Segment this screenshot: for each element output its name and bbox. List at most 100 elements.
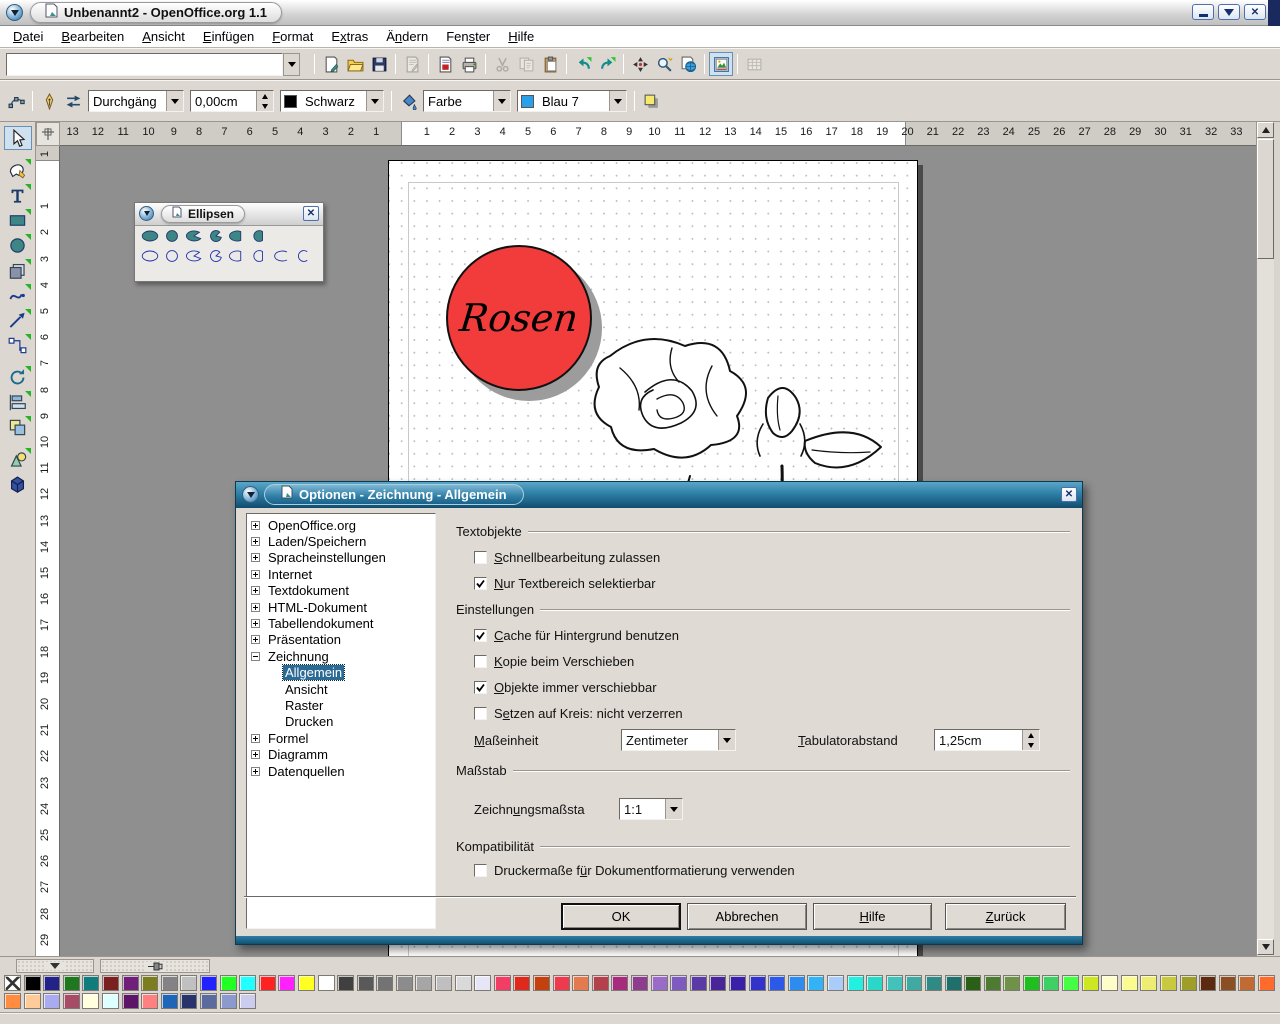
alignment-tool[interactable] bbox=[4, 390, 32, 414]
ok-button[interactable]: OK bbox=[561, 903, 681, 930]
color-swatch[interactable] bbox=[376, 975, 393, 991]
expand-icon[interactable] bbox=[251, 603, 260, 612]
menu-item-extras[interactable]: Extras bbox=[322, 27, 377, 46]
tree-item-datenquellen[interactable]: Datenquellen bbox=[247, 763, 435, 779]
outline-ellipse-segment-button[interactable] bbox=[227, 247, 249, 265]
undo-button[interactable] bbox=[571, 52, 595, 76]
edit-points-button[interactable] bbox=[4, 89, 28, 113]
circle-pie-button[interactable] bbox=[205, 227, 227, 245]
expand-icon[interactable] bbox=[251, 619, 260, 628]
line-color-combo[interactable]: Schwarz bbox=[280, 90, 384, 112]
color-swatch[interactable] bbox=[161, 975, 178, 991]
menu-item-fenster[interactable]: Fenster bbox=[437, 27, 499, 46]
export-pdf-button[interactable] bbox=[433, 52, 457, 76]
curve-tool[interactable] bbox=[4, 283, 32, 307]
color-swatch[interactable] bbox=[827, 975, 844, 991]
color-swatch[interactable] bbox=[435, 975, 452, 991]
color-swatch[interactable] bbox=[533, 975, 550, 991]
close-toolbar-button[interactable]: ✕ bbox=[303, 206, 319, 221]
menu-item-bearbeiten[interactable]: Bearbeiten bbox=[52, 27, 133, 46]
spin-buttons[interactable] bbox=[1022, 730, 1039, 750]
unit-dropdown[interactable]: Zentimeter bbox=[621, 729, 736, 751]
ellipse-pie-button[interactable] bbox=[183, 227, 205, 245]
tree-item-allgemein[interactable]: Allgemein bbox=[247, 665, 435, 681]
maximize-button[interactable] bbox=[1218, 4, 1240, 20]
color-swatch[interactable] bbox=[729, 975, 746, 991]
color-swatch[interactable] bbox=[43, 993, 60, 1009]
menu-item-datei[interactable]: Datei bbox=[4, 27, 52, 46]
color-swatch[interactable] bbox=[964, 975, 981, 991]
color-swatch[interactable] bbox=[513, 975, 530, 991]
color-swatch[interactable] bbox=[749, 975, 766, 991]
line-dialog-button[interactable] bbox=[37, 89, 61, 113]
color-swatch[interactable] bbox=[690, 975, 707, 991]
tree-item-internet[interactable]: Internet bbox=[247, 566, 435, 582]
checkbox-icon[interactable] bbox=[474, 707, 487, 720]
color-swatch[interactable] bbox=[122, 975, 139, 991]
zoom-button[interactable] bbox=[652, 52, 676, 76]
color-swatch[interactable] bbox=[670, 975, 687, 991]
horizontal-ruler[interactable]: 1312111098765432112345678910111213141516… bbox=[60, 122, 1256, 146]
color-swatch[interactable] bbox=[1238, 975, 1255, 991]
color-swatch[interactable] bbox=[259, 975, 276, 991]
menu-item-ansicht[interactable]: Ansicht bbox=[133, 27, 194, 46]
shadow-toggle-button[interactable] bbox=[639, 89, 663, 113]
chevron-down-icon[interactable] bbox=[493, 91, 510, 111]
color-swatch[interactable] bbox=[102, 975, 119, 991]
color-swatch[interactable] bbox=[357, 975, 374, 991]
colorbar-hide-control[interactable] bbox=[16, 959, 94, 973]
color-swatch[interactable] bbox=[180, 975, 197, 991]
back-button[interactable]: Zurück bbox=[945, 903, 1066, 930]
expand-icon[interactable] bbox=[251, 521, 260, 530]
chevron-down-icon[interactable] bbox=[609, 91, 626, 111]
outline-ellipse-arc-button[interactable] bbox=[271, 247, 293, 265]
ellipse-button[interactable] bbox=[139, 227, 161, 245]
checkbox-printer-metrics[interactable]: Druckermaße für Dokumentformatierung ver… bbox=[474, 863, 795, 878]
color-swatch[interactable] bbox=[925, 975, 942, 991]
color-swatch[interactable] bbox=[298, 975, 315, 991]
color-swatch[interactable] bbox=[1121, 975, 1138, 991]
color-swatch[interactable] bbox=[82, 993, 99, 1009]
color-swatch[interactable] bbox=[1101, 975, 1118, 991]
color-swatch[interactable] bbox=[82, 975, 99, 991]
color-swatch[interactable] bbox=[161, 993, 178, 1009]
menu-item-einfgen[interactable]: Einfügen bbox=[194, 27, 263, 46]
checkbox-copy-on-move[interactable]: Kopie beim Verschieben bbox=[474, 654, 634, 669]
chevron-down-icon[interactable] bbox=[166, 91, 183, 111]
rotate-tool[interactable] bbox=[4, 365, 32, 389]
help-button[interactable]: Hilfe bbox=[813, 903, 932, 930]
color-swatch[interactable] bbox=[1062, 975, 1079, 991]
color-swatch[interactable] bbox=[63, 993, 80, 1009]
text-tool[interactable] bbox=[4, 183, 32, 207]
checkbox-icon[interactable] bbox=[474, 629, 487, 642]
chevron-down-icon[interactable] bbox=[366, 91, 383, 111]
tree-item-zeichnung[interactable]: Zeichnung bbox=[247, 648, 435, 664]
tree-item-drucken[interactable]: Drucken bbox=[247, 714, 435, 730]
line-width-spinner[interactable]: 0,00cm bbox=[190, 90, 274, 112]
color-swatch-invisible[interactable] bbox=[4, 975, 21, 991]
color-swatch[interactable] bbox=[396, 975, 413, 991]
navigator-button[interactable] bbox=[628, 52, 652, 76]
tree-item-laden-speichern[interactable]: Laden/Speichern bbox=[247, 533, 435, 549]
color-swatch[interactable] bbox=[1180, 975, 1197, 991]
color-swatch[interactable] bbox=[886, 975, 903, 991]
color-swatch[interactable] bbox=[847, 975, 864, 991]
line-style-combo[interactable]: Durchgäng bbox=[88, 90, 184, 112]
scroll-down-button[interactable] bbox=[1257, 939, 1274, 955]
new-document-button[interactable] bbox=[319, 52, 343, 76]
outline-ellipse-button[interactable] bbox=[139, 247, 161, 265]
color-swatch[interactable] bbox=[1023, 975, 1040, 991]
arrow-style-button[interactable] bbox=[61, 89, 85, 113]
color-swatch[interactable] bbox=[788, 975, 805, 991]
expand-icon[interactable] bbox=[251, 586, 260, 595]
color-swatch[interactable] bbox=[24, 993, 41, 1009]
color-swatch[interactable] bbox=[631, 975, 648, 991]
color-swatch[interactable] bbox=[4, 993, 21, 1009]
scroll-up-button[interactable] bbox=[1257, 122, 1274, 138]
tree-item-html-dokument[interactable]: HTML-Dokument bbox=[247, 599, 435, 615]
outline-circle-arc-button[interactable] bbox=[293, 247, 315, 265]
menu-item-ndern[interactable]: Ändern bbox=[377, 27, 437, 46]
color-swatch[interactable] bbox=[180, 993, 197, 1009]
dialog-close-button[interactable]: ✕ bbox=[1061, 487, 1077, 502]
tree-item-spracheinstellungen[interactable]: Spracheinstellungen bbox=[247, 550, 435, 566]
